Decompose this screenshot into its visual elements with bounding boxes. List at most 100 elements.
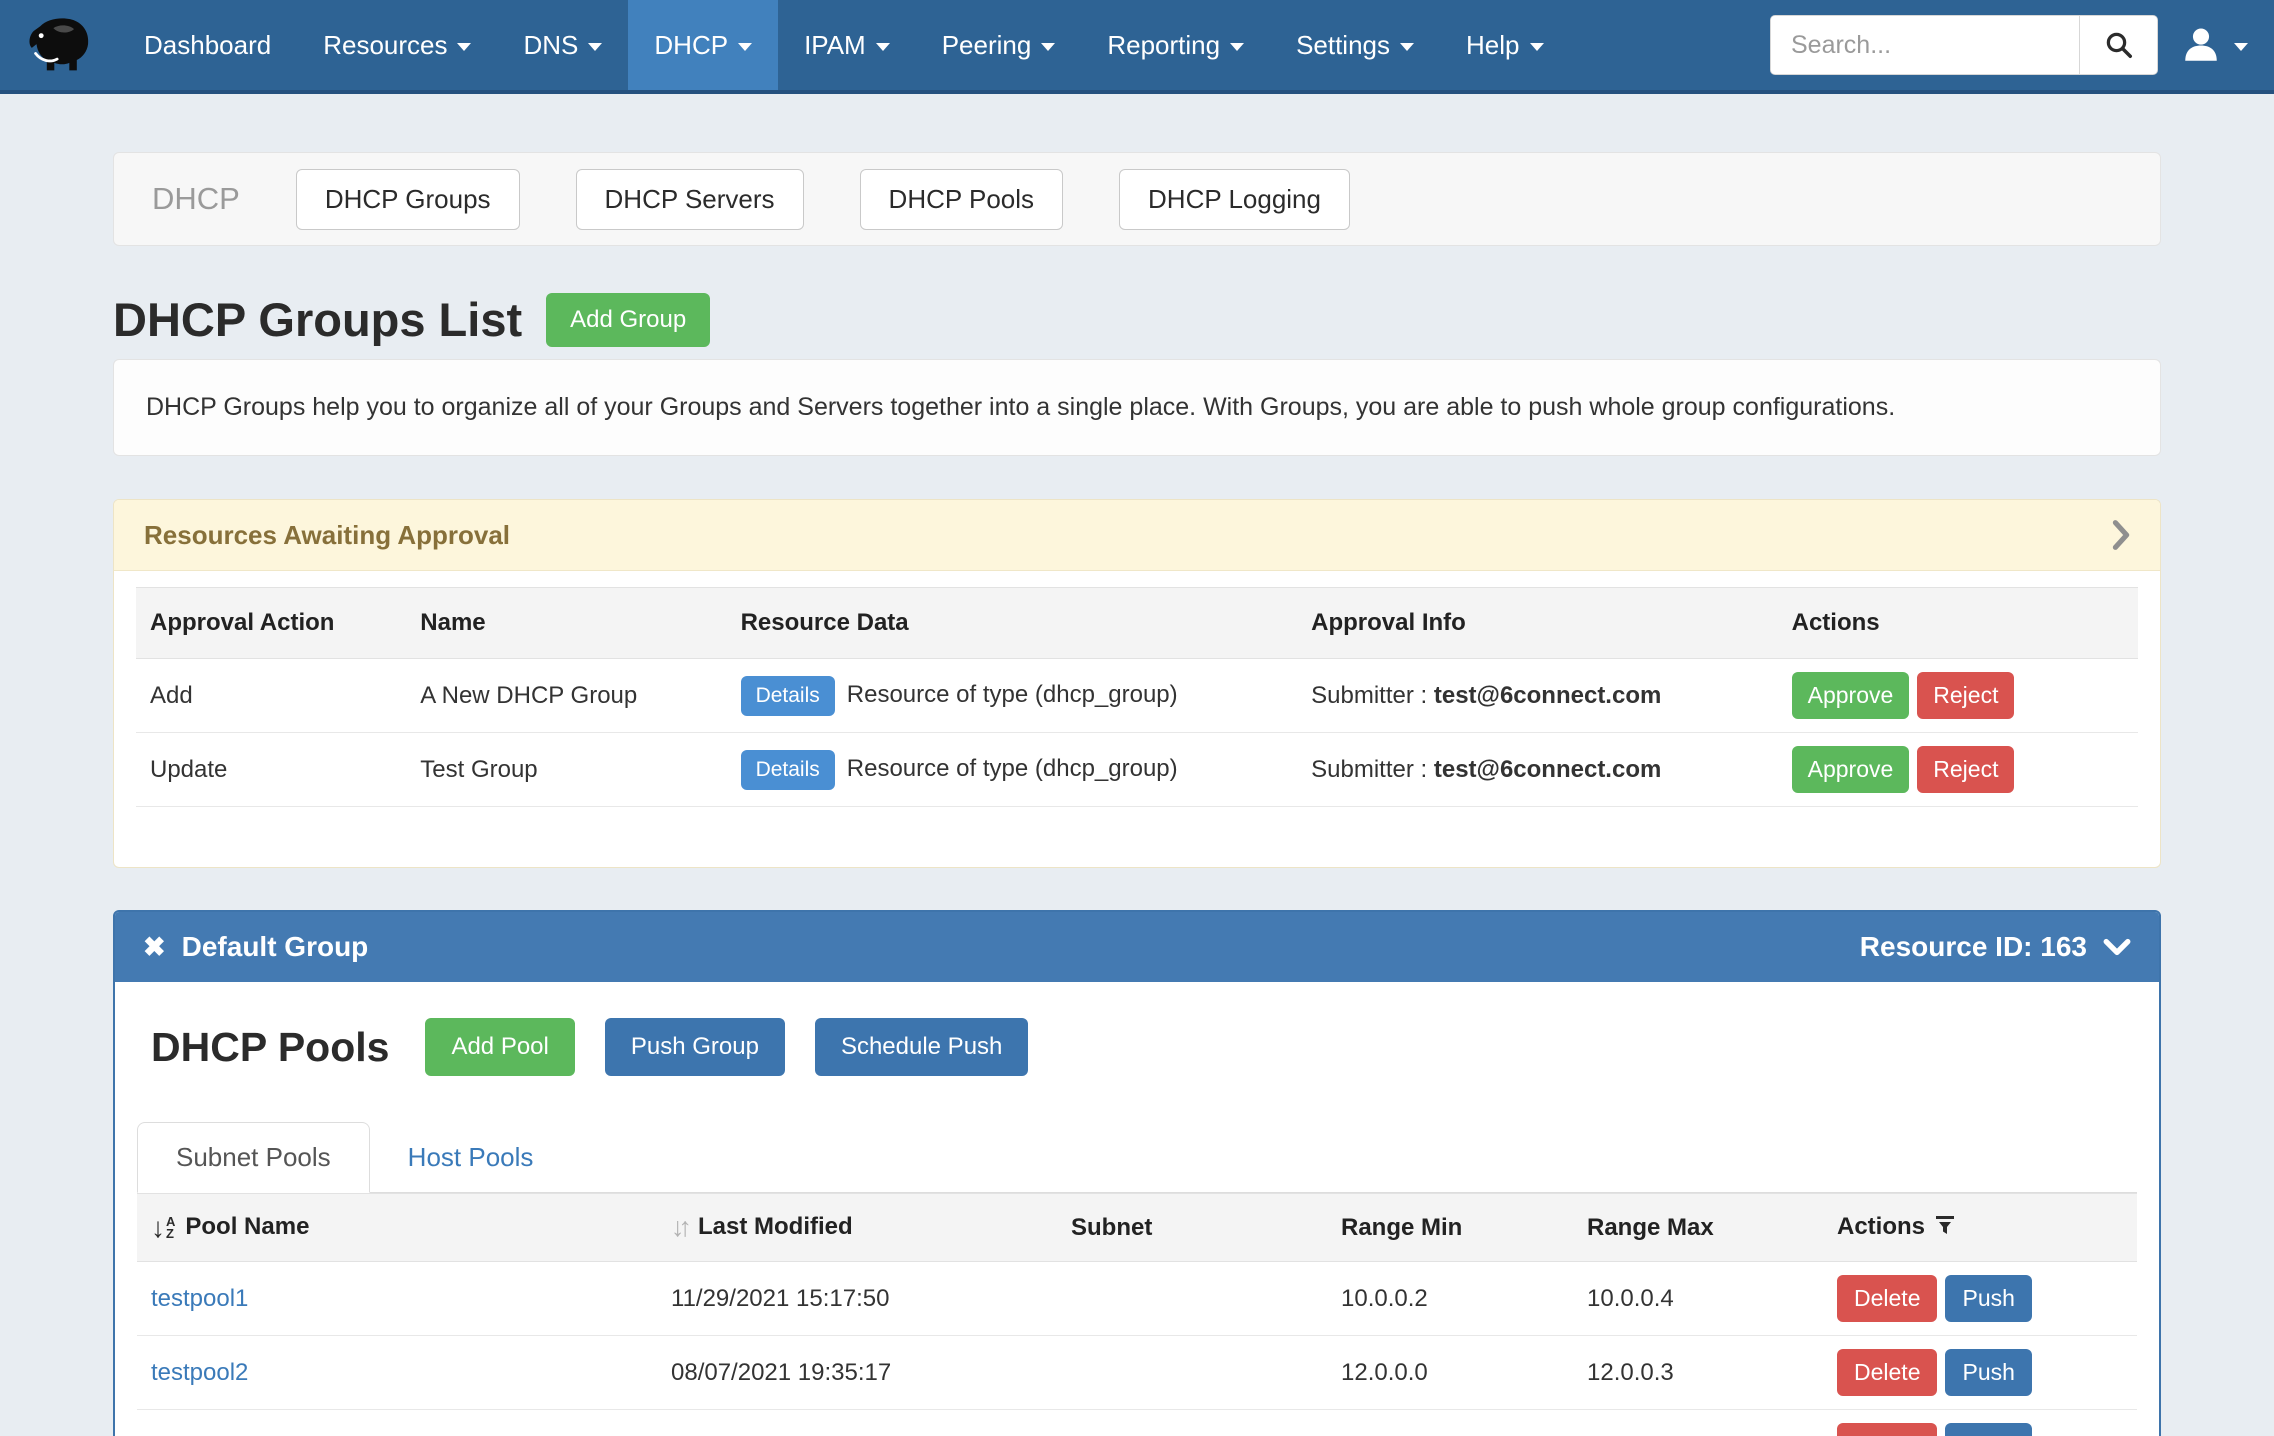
dhcp-logging-button[interactable]: DHCP Logging [1119, 169, 1350, 230]
caret-down-icon [1530, 43, 1544, 51]
caret-down-icon [876, 43, 890, 51]
schedule-push-button[interactable]: Schedule Push [815, 1018, 1028, 1076]
approval-info-cell: Submitter : test@6connect.com [1297, 659, 1777, 733]
col-resource-data: Resource Data [727, 588, 1298, 659]
top-navbar: Dashboard Resources DNS DHCP IPAM Peerin… [0, 0, 2274, 94]
chevron-down-icon [2103, 938, 2131, 956]
nav-item-ipam[interactable]: IPAM [778, 0, 916, 90]
approval-table-header-row: Approval Action Name Resource Data Appro… [136, 588, 2138, 659]
approve-button[interactable]: Approve [1792, 672, 1910, 719]
approval-row: Update Test Group DetailsResource of typ… [136, 733, 2138, 807]
submitter-label: Submitter : [1311, 756, 1427, 783]
submitter-email: test@6connect.com [1434, 756, 1661, 783]
approval-panel-header[interactable]: Resources Awaiting Approval [114, 500, 2160, 571]
col-label: Actions [1837, 1213, 1925, 1240]
user-icon [2180, 24, 2222, 66]
caret-down-icon [2234, 43, 2248, 51]
nav-label: Settings [1296, 30, 1390, 61]
search-input[interactable] [1771, 16, 2079, 74]
pool-actions-cell: Delete Push [1823, 1336, 2137, 1410]
range-max-cell: 12.0.0.3 [1573, 1336, 1823, 1410]
add-pool-button[interactable]: Add Pool [425, 1018, 574, 1076]
caret-down-icon [588, 43, 602, 51]
pool-row: testpool1 11/29/2021 15:17:50 10.0.0.2 1… [137, 1262, 2137, 1336]
nav-label: DHCP [654, 30, 728, 61]
resource-data-cell: Details Resource of type (dhcp_group) [727, 733, 1298, 807]
nav-item-reporting[interactable]: Reporting [1081, 0, 1270, 90]
push-button[interactable]: Push [1945, 1275, 2031, 1322]
caret-down-icon [1230, 43, 1244, 51]
nav-label: DNS [523, 30, 578, 61]
approval-panel-body: Approval Action Name Resource Data Appro… [114, 571, 2160, 867]
nav-item-dns[interactable]: DNS [497, 0, 628, 90]
last-modified-cell: 11/29/2021 15:17:50 [657, 1262, 1057, 1336]
nav-item-resources[interactable]: Resources [297, 0, 497, 90]
dhcp-pools-button[interactable]: DHCP Pools [860, 169, 1063, 230]
push-button[interactable]: Push [1945, 1349, 2031, 1396]
sort-alpha-icon[interactable]: ↓AZ [151, 1214, 175, 1242]
tab-subnet-pools[interactable]: Subnet Pools [137, 1122, 370, 1193]
chevron-right-icon[interactable] [2112, 519, 2130, 551]
description-text: DHCP Groups help you to organize all of … [146, 393, 1895, 422]
approve-button[interactable]: Approve [1792, 746, 1910, 793]
push-button[interactable]: Push [1945, 1423, 2031, 1436]
pool-name-cell: testpool1 [137, 1262, 657, 1336]
subnet-cell [1057, 1336, 1327, 1410]
search-button[interactable] [2079, 16, 2157, 74]
col-subnet: Subnet [1057, 1194, 1327, 1262]
nav-item-peering[interactable]: Peering [916, 0, 1082, 90]
resource-type-text: Resource of type (dhcp_group) [847, 755, 1178, 782]
details-button[interactable]: Details [741, 750, 835, 790]
delete-button[interactable]: Delete [1837, 1275, 1937, 1322]
resource-id-toggle[interactable]: Resource ID: 163 [1860, 931, 2131, 963]
approval-action-cell: Add [136, 659, 406, 733]
col-last-modified[interactable]: ↓↑Last Modified [657, 1194, 1057, 1262]
page: Dashboard Resources DNS DHCP IPAM Peerin… [0, 0, 2274, 1436]
col-pool-actions: Actions [1823, 1194, 2137, 1262]
nav-label: Resources [323, 30, 447, 61]
search-icon [2104, 30, 2134, 60]
user-menu[interactable] [2180, 24, 2248, 66]
mammoth-logo-icon [25, 15, 93, 75]
reject-button[interactable]: Reject [1917, 672, 2014, 719]
pool-link[interactable]: testpool1 [151, 1285, 248, 1312]
approval-name-cell: A New DHCP Group [406, 659, 726, 733]
filter-icon[interactable] [1935, 1214, 1955, 1242]
sort-icon[interactable]: ↓↑ [671, 1212, 686, 1242]
subnav-buttons: DHCP Groups DHCP Servers DHCP Pools DHCP… [296, 169, 1350, 230]
range-max-cell: 10.0.0.4 [1573, 1262, 1823, 1336]
pool-name-cell: testpool2 [137, 1336, 657, 1410]
dhcp-servers-button[interactable]: DHCP Servers [576, 169, 804, 230]
nav-item-dashboard[interactable]: Dashboard [118, 0, 297, 90]
close-icon[interactable]: ✖ [143, 934, 166, 961]
reject-button[interactable]: Reject [1917, 746, 2014, 793]
delete-button[interactable]: Delete [1837, 1349, 1937, 1396]
caret-down-icon [1400, 43, 1414, 51]
search-group [1770, 15, 2158, 75]
pool-row: testpool2 08/07/2021 19:35:17 12.0.0.0 1… [137, 1336, 2137, 1410]
push-group-button[interactable]: Push Group [605, 1018, 785, 1076]
pool-link[interactable]: testpool2 [151, 1359, 248, 1386]
details-button[interactable]: Details [741, 676, 835, 716]
nav-item-help[interactable]: Help [1440, 0, 1569, 90]
tab-host-pools[interactable]: Host Pools [370, 1123, 572, 1192]
range-min-cell [1327, 1410, 1573, 1436]
mammoth-logo[interactable] [0, 0, 118, 90]
caret-down-icon [1041, 43, 1055, 51]
range-min-cell: 12.0.0.0 [1327, 1336, 1573, 1410]
group-panel-body: DHCP Pools Add Pool Push Group Schedule … [115, 982, 2159, 1436]
description-box: DHCP Groups help you to organize all of … [113, 359, 2161, 456]
pools-head: DHCP Pools Add Pool Push Group Schedule … [137, 1018, 2137, 1076]
resource-type-text: Resource of type (dhcp_group) [847, 681, 1178, 708]
dhcp-groups-button[interactable]: DHCP Groups [296, 169, 520, 230]
add-group-button[interactable]: Add Group [546, 293, 710, 347]
default-group-panel: ✖ Default Group Resource ID: 163 DHCP Po… [113, 910, 2161, 1436]
resource-data-cell: Details Resource of type (dhcp_group) [727, 659, 1298, 733]
page-title: DHCP Groups List [113, 292, 522, 347]
nav-item-settings[interactable]: Settings [1270, 0, 1440, 90]
last-modified-cell: 08/07/2021 19:35:17 [657, 1336, 1057, 1410]
col-pool-name[interactable]: ↓AZPool Name [137, 1194, 657, 1262]
range-min-cell: 10.0.0.2 [1327, 1262, 1573, 1336]
nav-item-dhcp[interactable]: DHCP [628, 0, 778, 90]
delete-button[interactable]: Delete [1837, 1423, 1937, 1436]
